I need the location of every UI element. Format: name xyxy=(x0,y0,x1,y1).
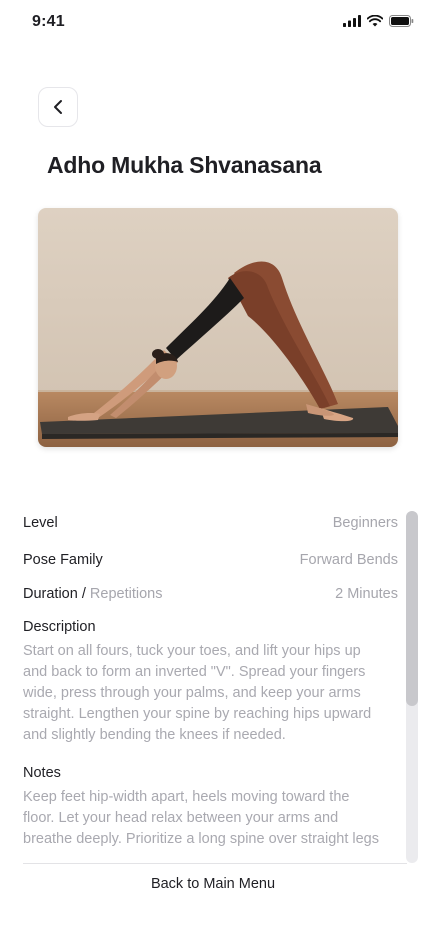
duration-row: Duration / Repetitions 2 Minutes xyxy=(23,586,398,602)
signal-icon xyxy=(343,15,361,27)
pose-family-value: Forward Bends xyxy=(299,552,398,568)
notes-line: breathe deeply. Prioritize a long spine … xyxy=(23,831,379,847)
notes-heading: Notes xyxy=(23,765,61,781)
pose-details[interactable]: Level Beginners Pose Family Forward Bend… xyxy=(23,500,398,850)
pose-family-row: Pose Family Forward Bends xyxy=(23,552,398,568)
description-line: Start on all fours, tuck your toes, and … xyxy=(23,643,361,659)
notes-text: Keep feet hip-width apart, heels moving … xyxy=(23,787,393,850)
description-line: wide, press through your palms, and keep… xyxy=(23,685,361,701)
status-bar: 9:41 xyxy=(0,0,430,44)
divider xyxy=(23,863,407,864)
pose-image xyxy=(38,208,398,447)
scrollbar-track[interactable] xyxy=(406,511,418,863)
chevron-left-icon xyxy=(54,100,62,114)
status-time: 9:41 xyxy=(32,13,65,30)
description-line: and slightly bending the knees if needed… xyxy=(23,727,286,743)
description-line: and back to form an inverted "V". Spread… xyxy=(23,664,366,680)
description-heading: Description xyxy=(23,619,96,635)
level-label: Level xyxy=(23,515,58,531)
back-to-main-menu-button[interactable]: Back to Main Menu xyxy=(0,876,426,892)
wifi-icon xyxy=(367,15,383,27)
level-row: Level Beginners xyxy=(23,515,398,531)
back-button[interactable] xyxy=(38,87,78,127)
duration-label: Duration / Repetitions xyxy=(23,586,162,602)
pose-family-label: Pose Family xyxy=(23,552,103,568)
notes-line: Keep feet hip-width apart, heels moving … xyxy=(23,789,350,805)
repetitions-text: Repetitions xyxy=(89,586,163,602)
page-title: Adho Mukha Shvanasana xyxy=(47,152,322,178)
duration-value: 2 Minutes xyxy=(335,586,398,602)
duration-text: Duration / xyxy=(23,586,90,602)
notes-line: floor. Let your head relax between your … xyxy=(23,810,339,826)
battery-icon xyxy=(389,15,414,27)
status-icons xyxy=(343,15,414,27)
level-value: Beginners xyxy=(332,515,398,531)
scrollbar-thumb[interactable] xyxy=(406,511,418,706)
description-line: straight. Lengthen your spine by reachin… xyxy=(23,706,372,722)
description-text: Start on all fours, tuck your toes, and … xyxy=(23,641,393,746)
